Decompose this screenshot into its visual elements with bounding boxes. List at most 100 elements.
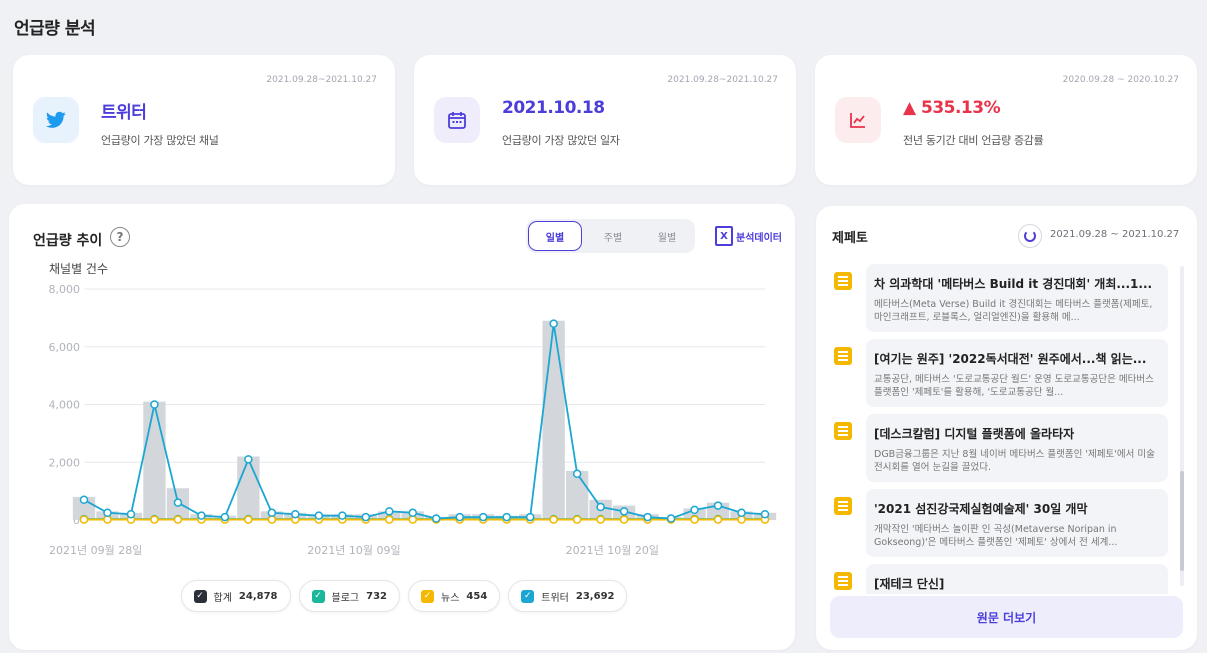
data-point [596,515,605,524]
news-headline[interactable]: [여기는 원주] '2022독서대전' 원주에서...책 읽는... [874,350,1161,367]
news-snippet: 개막작인 '메타버스 놀이판 인 곡성(Metaverse Noripan in… [874,524,1118,548]
data-point [79,515,89,524]
tab-monthly[interactable]: 월별 [640,221,694,251]
news-snippet: 메타버스(Meta Verse) Build it 경진대회는 메타버스 플랫폼… [874,299,1153,323]
bar-total [237,456,260,520]
y-tick-label: 2,000 [49,456,81,469]
data-point [596,502,605,512]
news-headline[interactable]: [재테크 단신] [874,575,1161,592]
data-point [643,512,652,522]
legend: ✓ 합계 24,878 ✓ 블로그 732 ✓ 뉴스 454 ✓ 트위터 23,… [9,580,799,612]
data-point [291,509,300,519]
period-tabs: 일별 주별 월별 [526,219,695,253]
stat-desc: 언급량이 가장 많았던 채널 [101,134,219,147]
data-point [385,507,394,516]
data-point [737,508,746,518]
data-point [385,515,394,524]
news-item[interactable]: 차 의과학대 '메타버스 Build it 경진대회' 개최...1... 메타… [826,264,1176,332]
news-article-icon [834,497,852,515]
news-item[interactable]: [재테크 단신] [826,564,1176,594]
legend-label: 뉴스 [441,592,460,604]
data-point [103,515,112,524]
excel-icon: X [715,226,733,246]
legend-value: 732 [366,590,387,602]
trend-title: 언급량 추이 [33,233,103,249]
news-article-icon [834,422,852,440]
legend-label: 트위터 [541,592,569,604]
stat-value: ▲ 535.13% [903,98,1001,118]
news-item[interactable]: [여기는 원주] '2022독서대전' 원주에서...책 읽는... 교통공단,… [826,339,1176,407]
news-item[interactable]: [데스크칼럼] 디지털 플랫폼에 올라타자 DGB금융그룹은 지난 8월 네이버… [826,414,1176,482]
export-data-button[interactable]: X 분석데이터 [715,226,782,246]
data-point [173,515,183,524]
data-point [220,512,230,522]
stat-card-growth-rate: 2020.09.28 ~ 2020.10.27 ▲ 535.13% 전년 동기간… [815,55,1197,185]
refresh-icon[interactable] [1018,224,1042,248]
data-point [737,515,746,524]
data-point [713,515,723,524]
export-label: 분석데이터 [736,232,782,244]
data-point [478,512,488,522]
legend-item-blog[interactable]: ✓ 블로그 732 [298,580,400,612]
view-more-button[interactable]: 원문 더보기 [830,596,1183,638]
stat-card-top-channel: 2021.09.28~2021.10.27 트위터 언급량이 가장 많았던 채널 [13,55,395,185]
checkbox-icon: ✓ [421,589,434,603]
twitter-icon [33,97,79,143]
stat-value: 2021.10.18 [502,98,605,118]
data-point [244,515,253,524]
data-point [572,469,582,479]
bar-total [565,470,589,520]
y-tick-label: 4,000 [49,399,81,412]
legend-item-total[interactable]: ✓ 합계 24,878 [180,580,291,612]
news-article-icon [834,572,852,590]
data-point [431,514,441,523]
news-item[interactable]: '2021 섬진강국제실험예술제' 30일 개막 개막작인 '메타버스 놀이판 … [826,489,1176,557]
checkbox-icon: ✓ [311,589,325,603]
stat-desc: 언급량이 가장 많았던 일자 [502,134,620,147]
data-point [525,512,535,522]
calendar-icon [434,97,480,143]
news-article-icon [834,272,852,290]
stat-date: 2021.09.28~2021.10.27 [266,75,377,85]
data-point [173,498,183,507]
bar-total [542,320,565,520]
data-point [690,505,699,515]
scrollbar-thumb[interactable] [1180,471,1184,571]
y-tick-label: 6,000 [49,341,81,354]
legend-item-news[interactable]: ✓ 뉴스 454 [408,580,501,612]
news-date-range: 2021.09.28 ~ 2021.10.27 [1050,229,1180,240]
news-snippet: DGB금융그룹은 지난 8월 네이버 메타버스 플랫폼인 '제페토'에서 미술전… [874,449,1155,473]
stat-date: 2020.09.28 ~ 2020.10.27 [1062,75,1179,85]
tab-daily[interactable]: 일별 [528,221,582,251]
news-snippet: 교통공단, 메타버스 '도로교통공단 월드' 운영 도로교통공단은 메타버스 플… [874,374,1154,398]
tab-weekly[interactable]: 주별 [586,221,640,251]
stat-desc: 전년 동기간 대비 언급량 증감률 [903,134,1044,147]
data-point [549,515,558,524]
legend-label: 합계 [213,592,232,604]
bar-total [143,401,166,520]
legend-item-twitter[interactable]: ✓ 트위터 23,692 [508,580,628,612]
data-point [150,400,159,409]
data-point [150,515,159,524]
legend-label: 블로그 [331,592,360,604]
data-point [408,515,418,524]
data-point [314,511,324,520]
news-list: 차 의과학대 '메타버스 Build it 경진대회' 개최...1... 메타… [826,264,1176,594]
help-icon[interactable]: ? [110,227,130,247]
y-tick-label: 8,000 [49,283,81,296]
news-headline[interactable]: [데스크칼럼] 디지털 플랫폼에 올라타자 [874,425,1161,442]
news-headline[interactable]: '2021 섬진강국제실험예술제' 30일 개막 [874,500,1161,517]
data-point [666,514,676,523]
data-point [197,511,206,520]
data-point [619,507,629,516]
news-card: 제페토 2021.09.28 ~ 2021.10.27 차 의과학대 '메타버스… [816,206,1197,650]
stat-date: 2021.09.28~2021.10.27 [667,75,778,85]
data-point [502,512,511,522]
data-point [79,495,89,505]
trend-chart-icon [835,97,881,143]
data-point [103,508,112,518]
news-headline[interactable]: 차 의과학대 '메타버스 Build it 경진대회' 개최...1... [874,275,1161,292]
trend-card: 언급량 추이 ? 일별 주별 월별 X 분석데이터 채널별 건수 8,000 6,… [9,204,795,650]
legend-value: 24,878 [238,590,278,602]
data-point [690,515,699,524]
